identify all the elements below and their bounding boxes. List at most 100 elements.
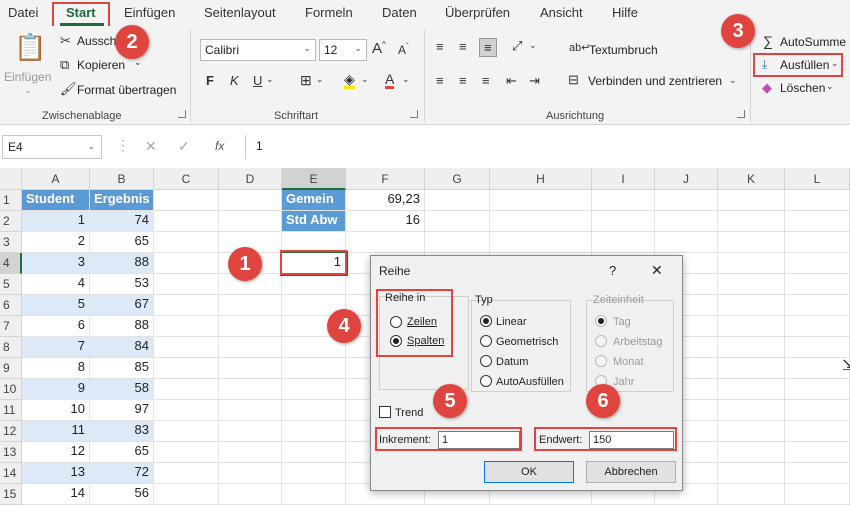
grid-cell[interactable] — [219, 337, 282, 358]
bold-button[interactable]: F — [206, 74, 214, 87]
grid-cell[interactable] — [154, 421, 219, 442]
student-cell[interactable]: 12 — [22, 442, 90, 463]
score-cell[interactable]: 88 — [90, 316, 154, 337]
student-cell[interactable]: 7 — [22, 337, 90, 358]
student-cell[interactable]: 5 — [22, 295, 90, 316]
grid-cell[interactable] — [282, 463, 346, 484]
cancel-button[interactable]: Abbrechen — [586, 461, 676, 483]
grid-cell[interactable] — [785, 379, 850, 400]
column-header[interactable]: J — [655, 168, 718, 190]
grid-cell[interactable] — [219, 400, 282, 421]
paste-chevron-icon[interactable]: ⌄ — [24, 86, 32, 95]
merge-center-button[interactable]: Verbinden und zentrieren — [588, 74, 722, 88]
grid-cell[interactable] — [655, 232, 718, 253]
column-header[interactable]: G — [425, 168, 490, 190]
score-cell[interactable]: 65 — [90, 442, 154, 463]
menu-seitenlayout[interactable]: Seitenlayout — [204, 5, 276, 20]
grid-cell[interactable] — [425, 232, 490, 253]
score-cell[interactable]: 65 — [90, 232, 154, 253]
row-header[interactable]: 12 — [0, 421, 22, 442]
ok-button[interactable]: OK — [484, 461, 574, 483]
column-header[interactable]: D — [219, 168, 282, 190]
grid-cell[interactable] — [219, 463, 282, 484]
clipboard-launcher-icon[interactable] — [178, 110, 186, 118]
grid-cell[interactable] — [718, 211, 785, 232]
row-header[interactable]: 3 — [0, 232, 22, 253]
decrease-indent-icon[interactable]: ⇤ — [506, 74, 517, 87]
student-cell[interactable]: 1 — [22, 211, 90, 232]
select-all-corner[interactable] — [0, 168, 22, 190]
grid-cell[interactable] — [785, 190, 850, 211]
score-cell[interactable]: 72 — [90, 463, 154, 484]
grid-cell[interactable] — [154, 442, 219, 463]
grid-cell[interactable] — [785, 421, 850, 442]
student-cell[interactable]: 6 — [22, 316, 90, 337]
student-cell[interactable]: 9 — [22, 379, 90, 400]
score-cell[interactable]: 67 — [90, 295, 154, 316]
student-cell[interactable]: 2 — [22, 232, 90, 253]
italic-button[interactable]: K — [230, 74, 239, 87]
student-cell[interactable]: 13 — [22, 463, 90, 484]
row-header[interactable]: 4 — [0, 253, 22, 274]
grid-cell[interactable] — [219, 190, 282, 211]
grid-cell[interactable] — [655, 190, 718, 211]
grid-cell[interactable] — [785, 400, 850, 421]
grid-cell[interactable] — [785, 484, 850, 505]
orientation-icon[interactable]: ⤢ — [512, 39, 522, 52]
grid-cell[interactable] — [718, 274, 785, 295]
grid-cell[interactable] — [490, 211, 592, 232]
name-box[interactable]: E4 ⌄ — [2, 135, 102, 159]
column-header[interactable]: K — [718, 168, 785, 190]
date-label[interactable]: Datum — [496, 356, 528, 368]
linear-radio[interactable] — [480, 315, 492, 327]
underline-chevron-icon[interactable]: ⌄ — [266, 75, 274, 84]
grid-cell[interactable] — [154, 232, 219, 253]
row-header[interactable]: 8 — [0, 337, 22, 358]
alignment-launcher-icon[interactable] — [737, 110, 745, 118]
score-cell[interactable]: 84 — [90, 337, 154, 358]
format-painter-button[interactable]: Format übertragen — [77, 83, 176, 97]
grid-cell[interactable] — [718, 253, 785, 274]
align-center-icon[interactable]: ≡ — [459, 74, 467, 87]
trend-label[interactable]: Trend — [395, 407, 423, 419]
scissors-icon[interactable]: ✂ — [60, 34, 71, 47]
row-header[interactable]: 2 — [0, 211, 22, 232]
student-cell[interactable]: 8 — [22, 358, 90, 379]
wrap-text-icon[interactable]: ab↵ — [569, 43, 590, 54]
paste-button[interactable]: Einfügen — [4, 70, 51, 84]
column-header[interactable]: F — [346, 168, 425, 190]
menu-einfuegen[interactable]: Einfügen — [124, 5, 175, 20]
score-cell[interactable]: 56 — [90, 484, 154, 505]
copy-icon[interactable]: ⧉ — [60, 58, 69, 71]
grid-cell[interactable] — [219, 442, 282, 463]
autofill-radio[interactable] — [480, 375, 492, 387]
score-cell[interactable]: 58 — [90, 379, 154, 400]
row-header[interactable]: 7 — [0, 316, 22, 337]
menu-ueberpruefen[interactable]: Überprüfen — [445, 5, 510, 20]
align-bottom-icon[interactable]: ≡ — [479, 38, 497, 57]
grid-cell[interactable] — [154, 190, 219, 211]
grid-cell[interactable] — [154, 358, 219, 379]
grid-cell[interactable] — [219, 211, 282, 232]
shrink-font-icon[interactable]: Aˇ — [398, 43, 409, 57]
clear-button[interactable]: Löschen — [780, 81, 825, 95]
grid-cell[interactable] — [785, 274, 850, 295]
grid-cell[interactable] — [718, 358, 785, 379]
header-score[interactable]: Ergebnis — [90, 190, 154, 211]
align-top-icon[interactable]: ≡ — [436, 40, 444, 53]
column-header[interactable]: C — [154, 168, 219, 190]
column-header[interactable]: B — [90, 168, 154, 190]
grid-cell[interactable] — [718, 463, 785, 484]
autosum-button[interactable]: AutoSumme — [780, 35, 846, 49]
row-header[interactable]: 15 — [0, 484, 22, 505]
grid-cell[interactable] — [282, 484, 346, 505]
grid-cell[interactable] — [718, 232, 785, 253]
merge-center-icon[interactable]: ⊟ — [568, 73, 579, 86]
score-cell[interactable]: 85 — [90, 358, 154, 379]
grid-cell[interactable] — [346, 232, 425, 253]
font-color-icon[interactable]: A — [385, 72, 395, 89]
grid-cell[interactable] — [154, 253, 219, 274]
menu-datei[interactable]: Datei — [8, 5, 38, 20]
formula-input[interactable]: 1 — [245, 135, 850, 159]
column-header[interactable]: H — [490, 168, 592, 190]
